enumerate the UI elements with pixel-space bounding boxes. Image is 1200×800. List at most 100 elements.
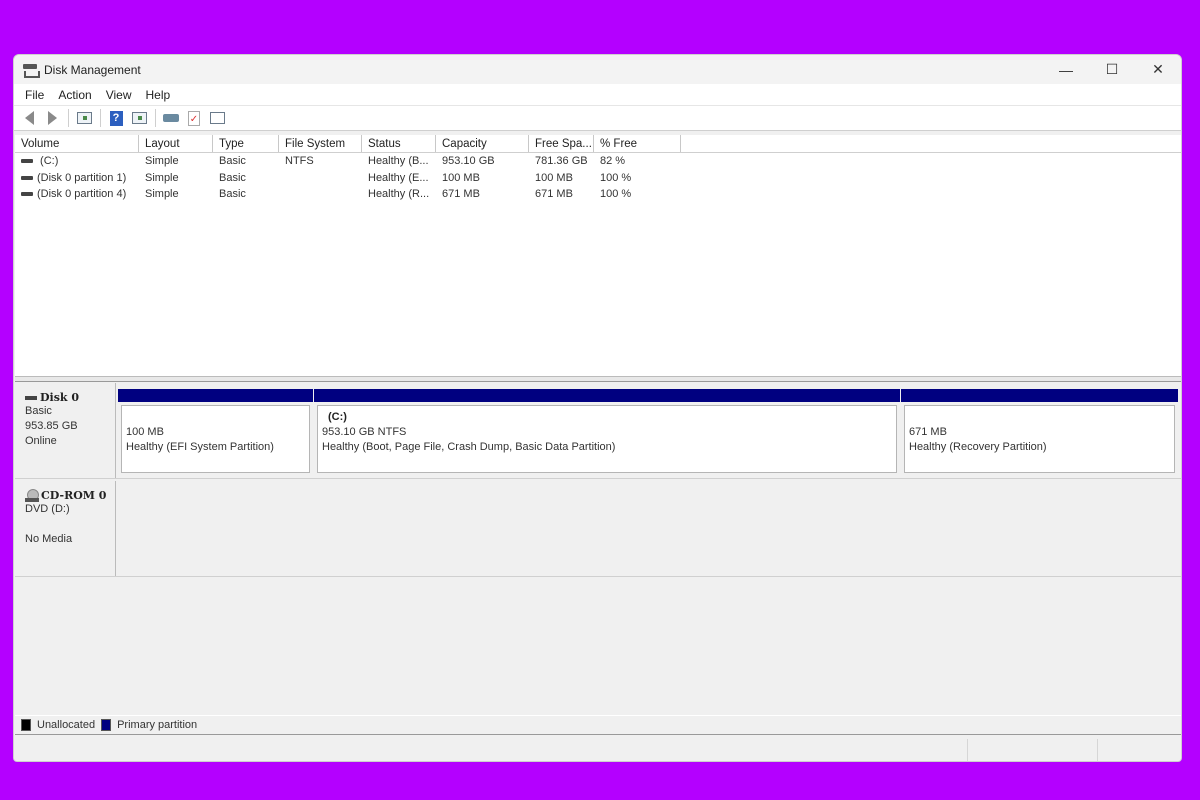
column-header-type[interactable]: Type [213,135,279,152]
volume-drive-icon [21,175,33,180]
volume-drive-icon [21,192,33,197]
title-bar: Disk Management — ☐ ✕ [14,55,1181,84]
cell-text: Healthy (E... [368,171,429,184]
cell-type: Basic [213,170,279,187]
menu-help[interactable]: Help [139,88,178,102]
forward-button[interactable] [41,108,63,128]
cdrom-0-label[interactable]: CD-ROM 0 DVD (D:) No Media [15,481,116,576]
column-header-file-system[interactable]: File System [279,135,362,152]
cell-volume: (C:) [15,153,139,170]
menu-bar: File Action View Help [14,84,1181,106]
cell-volume: (Disk 0 partition 1) [15,170,139,187]
pane-splitter[interactable] [15,377,1181,382]
cell-free: 671 MB [529,186,594,203]
cell-text: 671 MB [442,188,480,200]
close-button[interactable]: ✕ [1135,55,1181,84]
toolbar-separator [68,109,69,127]
show-action-pane-button[interactable] [128,108,150,128]
column-header-volume[interactable]: Volume [15,135,139,152]
cell-text: 100 % [600,188,632,200]
minimize-button[interactable]: — [1043,55,1089,84]
cell-text: Simple [145,155,179,167]
cd-rom-icon [25,489,39,502]
toolbar: ? ✓ [14,106,1181,131]
column-header-status[interactable]: Status [362,135,436,152]
cell-text: 82 % [600,155,626,167]
cell-type: Basic [213,186,279,203]
status-segment [14,739,968,761]
menu-action[interactable]: Action [51,88,98,102]
cell-fs [279,170,362,187]
cdrom-0-name: CD-ROM 0 [41,489,107,502]
partition-size: 100 MB [126,426,164,438]
cdrom-0-media: No Media [25,533,73,545]
back-button[interactable] [18,108,40,128]
show-hide-console-tree-button[interactable] [73,108,95,128]
table-row[interactable]: (C:) Simple Basic NTFS Healthy (B... 953.10 G… [15,153,1181,170]
primary-partition-bar [314,389,900,402]
disk-0-state: Online [25,435,57,447]
partition-size: 953.10 GB NTFS [322,426,407,438]
help-icon: ? [109,110,123,126]
partition-name: (C:) [328,411,347,423]
back-icon [24,111,34,125]
column-header-free-space[interactable]: Free Spa... [529,135,594,152]
properties-button[interactable]: ✓ [183,108,205,128]
unallocated-swatch [21,719,31,731]
cell-fs [279,186,362,203]
legend-unallocated: Unallocated [37,719,96,731]
column-header-layout[interactable]: Layout [139,135,213,152]
partition-recovery[interactable]: 671 MB Healthy (Recovery Partition) [901,389,1178,476]
list-icon [209,112,225,124]
cell-text: Basic [219,171,246,184]
status-segment [968,739,1098,761]
cell-text: Basic [219,155,246,167]
cell-free: 781.36 GB [529,153,594,170]
partition-c[interactable]: (C:) 953.10 GB NTFS Healthy (Boot, Page … [314,389,900,476]
cell-text: 953.10 GB [442,155,495,167]
cell-fs: NTFS [279,153,362,170]
partition-status: Healthy (Recovery Partition) [909,441,1047,453]
list-button[interactable] [206,108,228,128]
cell-pct: 100 % [594,170,681,187]
cell-capacity: 100 MB [436,170,529,187]
column-header-percent-free[interactable]: % Free [594,135,681,152]
menu-view[interactable]: View [99,88,139,102]
cell-layout: Simple [139,170,213,187]
help-button[interactable]: ? [105,108,127,128]
cell-text: (Disk 0 partition 1) [37,171,127,184]
cell-text: 100 MB [535,171,573,184]
cell-text: NTFS [285,155,314,167]
disk-0-type: Basic [25,405,52,417]
legend-primary-partition: Primary partition [117,719,198,731]
cell-free: 100 MB [529,170,594,187]
partition-size: 671 MB [909,426,947,438]
disk-0-name: Disk 0 [40,391,80,404]
cell-text: Simple [145,171,179,184]
forward-icon [47,111,57,125]
disk-0-row: Disk 0 Basic 953.85 GB Online 100 MB Hea… [15,383,1181,479]
column-header-capacity[interactable]: Capacity [436,135,529,152]
maximize-button[interactable]: ☐ [1089,55,1135,84]
cell-capacity: 953.10 GB [436,153,529,170]
connect-icon [163,114,179,122]
volume-list: Volume Layout Type File System Status Ca… [15,135,1181,377]
window-title: Disk Management [44,62,141,77]
cell-text: Healthy (B... [368,155,429,167]
partition-efi[interactable]: 100 MB Healthy (EFI System Partition) [118,389,313,476]
connect-button[interactable] [160,108,182,128]
table-row[interactable]: (Disk 0 partition 1) Simple Basic Healthy (… [15,170,1181,187]
partition-status: Healthy (EFI System Partition) [126,441,274,453]
hard-disk-icon [25,395,37,400]
cell-volume: (Disk 0 partition 4) [15,186,139,203]
disk-0-size: 953.85 GB [25,420,78,432]
cell-pct: 82 % [594,153,681,170]
disk-0-label[interactable]: Disk 0 Basic 953.85 GB Online [15,383,116,478]
volume-list-header: Volume Layout Type File System Status Ca… [15,135,1181,153]
cell-text: (C:) [37,155,59,167]
check-icon: ✓ [188,110,200,126]
table-row[interactable]: (Disk 0 partition 4) Simple Basic Healthy (… [15,186,1181,203]
cell-status: Healthy (B... [362,153,436,170]
cell-status: Healthy (R... [362,186,436,203]
menu-file[interactable]: File [18,88,51,102]
